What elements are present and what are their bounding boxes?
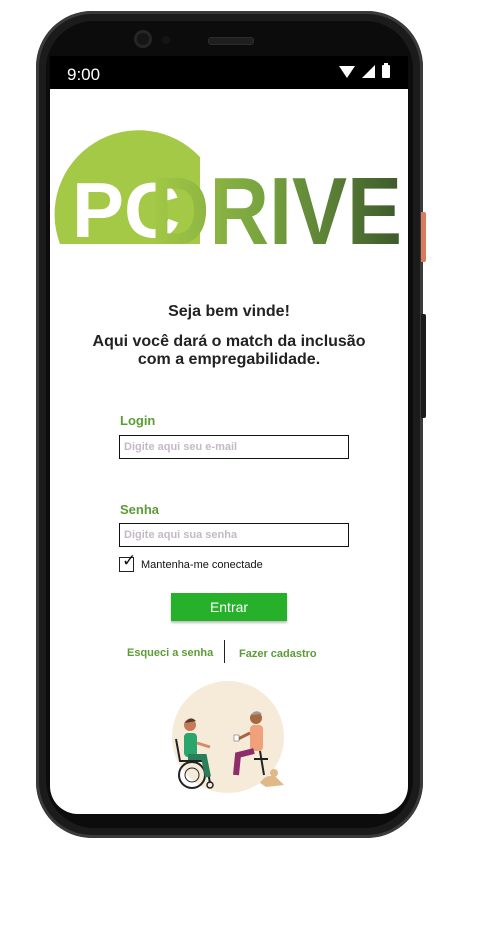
remember-me-checkbox[interactable]: ✓ xyxy=(119,552,136,572)
power-button xyxy=(421,314,426,418)
checkmark-icon: ✓ xyxy=(122,551,137,570)
login-button[interactable]: Entrar xyxy=(171,593,287,621)
battery-icon xyxy=(382,63,390,78)
wifi-icon xyxy=(339,66,355,78)
forgot-password-link[interactable]: Esqueci a senha xyxy=(127,647,213,659)
volume-button xyxy=(421,212,426,262)
cell-signal-icon xyxy=(362,65,375,78)
login-label: Login xyxy=(120,413,156,428)
pcdrive-logo: PC DRIVE xyxy=(54,130,402,259)
remember-me-label: Mantenha-me conectade xyxy=(141,558,263,571)
logo-text-drive: DRIVE xyxy=(150,158,402,259)
welcome-subtitle: Aqui você dará o match da inclusão com a… xyxy=(92,333,366,368)
inclusion-illustration xyxy=(172,681,284,793)
remember-me-row[interactable]: ✓ Mantenha-me conectade xyxy=(119,552,263,572)
earpiece-speaker xyxy=(208,37,254,45)
welcome-title: Seja bem vinde! xyxy=(168,303,290,320)
register-link[interactable]: Fazer cadastro xyxy=(239,648,317,660)
email-field[interactable] xyxy=(119,435,349,459)
password-field[interactable] xyxy=(119,523,349,547)
status-bar: 9:00 xyxy=(50,56,408,89)
sensor xyxy=(162,36,170,44)
password-label: Senha xyxy=(120,502,160,517)
link-divider xyxy=(224,640,225,663)
app-screen: PC DRIVE Seja bem vinde! Aqui você dará … xyxy=(50,89,408,814)
status-time: 9:00 xyxy=(67,65,101,84)
front-camera xyxy=(134,30,152,48)
